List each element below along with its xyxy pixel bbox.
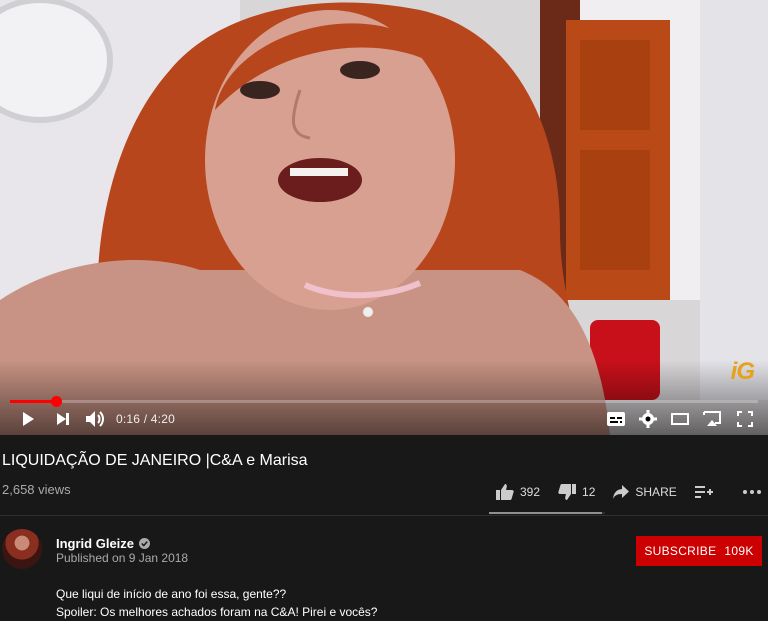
settings-button[interactable]	[632, 404, 664, 434]
theater-mode-button[interactable]	[664, 404, 696, 434]
share-icon	[613, 485, 630, 499]
cast-icon	[703, 411, 721, 426]
subscribe-button[interactable]: SUBSCRIBE 109K	[636, 536, 762, 566]
settings-icon	[639, 410, 657, 428]
video-frame[interactable]	[0, 0, 768, 435]
dislike-button[interactable]: 12	[558, 484, 595, 500]
like-count: 392	[520, 485, 541, 499]
video-title: LIQUIDAÇÃO DE JANEIRO |C&A e Marisa	[2, 452, 308, 469]
video-description: Que liqui de início de ano foi essa, gen…	[56, 585, 377, 621]
subtitles-icon	[607, 412, 625, 426]
progress-played	[10, 400, 56, 403]
subtitles-button[interactable]	[600, 404, 632, 434]
view-count: 2,658 views	[2, 482, 71, 497]
save-to-playlist-button[interactable]	[694, 485, 719, 499]
sentiment-like-fill	[489, 512, 602, 514]
next-icon	[57, 413, 69, 425]
volume-button[interactable]	[78, 404, 112, 434]
fullscreen-button[interactable]	[728, 404, 762, 434]
description-line: Que liqui de início de ano foi essa, gen…	[56, 587, 287, 601]
share-button[interactable]: SHARE	[613, 485, 677, 499]
play-icon	[23, 412, 34, 426]
time-display: 0:16 / 4:20	[116, 412, 175, 426]
channel-avatar[interactable]	[2, 529, 42, 569]
verified-icon	[139, 538, 151, 549]
thumbs-up-icon	[496, 484, 514, 500]
channel-name[interactable]: Ingrid Gleize	[56, 536, 134, 551]
subscriber-count: 109K	[724, 544, 754, 558]
publish-date: Published on 9 Jan 2018	[56, 551, 189, 565]
add-to-playlist-icon	[694, 486, 713, 498]
video-actions: 392 12 SHARE	[496, 476, 768, 508]
cast-button[interactable]	[696, 404, 728, 434]
section-divider	[0, 515, 768, 516]
time-separator: /	[143, 412, 148, 426]
current-time: 0:16	[116, 412, 141, 426]
duration: 4:20	[150, 412, 175, 426]
fullscreen-icon	[737, 411, 753, 427]
more-actions-button[interactable]	[742, 490, 767, 494]
player-controls: 0:16 / 4:20	[0, 404, 768, 434]
dislike-count: 12	[582, 485, 596, 499]
subscribe-label: SUBSCRIBE	[644, 544, 717, 558]
channel-watermark[interactable]: iG	[731, 358, 755, 386]
progress-bar[interactable]	[10, 396, 758, 407]
description-line: Spoiler: Os melhores achados foram na C&…	[56, 605, 378, 619]
video-player[interactable]: iG 0:16 / 4:20	[0, 0, 768, 435]
theater-icon	[671, 413, 689, 425]
like-button[interactable]: 392	[496, 484, 540, 500]
share-label: SHARE	[635, 485, 677, 499]
next-button[interactable]	[48, 404, 78, 434]
volume-icon	[86, 411, 104, 427]
play-button[interactable]	[8, 404, 48, 434]
channel-name-row: Ingrid Gleize	[56, 536, 151, 551]
sentiment-bar	[489, 512, 605, 514]
more-horizontal-icon	[742, 490, 761, 494]
thumbs-down-icon	[558, 484, 577, 500]
